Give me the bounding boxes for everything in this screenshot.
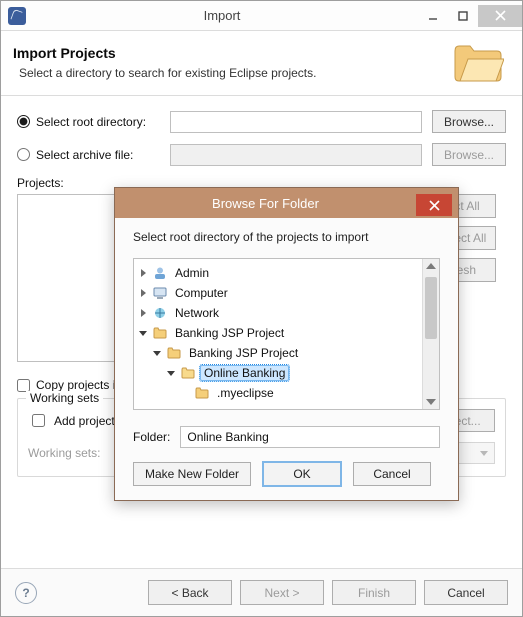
wizard-button-bar: ? < Back Next > Finish Cancel (1, 568, 522, 616)
copy-projects-checkbox[interactable] (17, 379, 30, 392)
tree-label: Computer (172, 286, 231, 300)
folder-open-icon (180, 365, 196, 381)
close-button[interactable] (478, 5, 522, 27)
dialog-titlebar[interactable]: Browse For Folder (115, 188, 458, 218)
folder-icon (152, 325, 168, 341)
archive-file-radio[interactable] (17, 148, 30, 161)
close-icon (429, 200, 440, 211)
root-directory-browse-button[interactable]: Browse... (432, 110, 506, 133)
page-title: Import Projects (13, 45, 316, 61)
dialog-close-button[interactable] (416, 194, 452, 216)
working-sets-combo-label: Working sets: (28, 446, 114, 460)
scroll-up-icon[interactable] (426, 263, 436, 269)
finish-button: Finish (332, 580, 416, 605)
tree-label: Network (172, 306, 222, 320)
tree-node-banking-sub[interactable]: Banking JSP Project (138, 343, 420, 363)
tree-label: .myeclipse (214, 386, 277, 400)
folder-tree[interactable]: Admin Computer Network (133, 258, 440, 410)
root-directory-label: Select root directory: (36, 115, 170, 129)
root-directory-radio[interactable] (17, 115, 30, 128)
chevron-down-icon[interactable] (166, 371, 176, 376)
folder-icon (194, 385, 210, 401)
cancel-button[interactable]: Cancel (424, 580, 508, 605)
computer-icon (152, 285, 168, 301)
browse-folder-dialog: Browse For Folder Select root directory … (114, 187, 459, 501)
maximize-icon (458, 11, 468, 21)
user-icon (152, 265, 168, 281)
help-button[interactable]: ? (15, 582, 37, 604)
window-titlebar[interactable]: Import (1, 1, 522, 31)
archive-file-browse-button: Browse... (432, 143, 506, 166)
import-folder-icon (452, 41, 504, 83)
archive-file-row: Select archive file: Browse... (17, 143, 506, 166)
minimize-icon (428, 11, 438, 21)
tree-node-myeclipse[interactable]: .myeclipse (138, 383, 420, 403)
back-button[interactable]: < Back (148, 580, 232, 605)
folder-icon (166, 345, 182, 361)
working-sets-legend: Working sets (26, 391, 103, 405)
folder-field[interactable] (180, 426, 440, 448)
ok-button[interactable]: OK (263, 462, 341, 486)
minimize-button[interactable] (418, 5, 448, 27)
archive-file-label: Select archive file: (36, 148, 170, 162)
chevron-down-icon[interactable] (152, 351, 162, 356)
chevron-right-icon[interactable] (138, 309, 148, 317)
dialog-title: Browse For Folder (115, 196, 416, 211)
maximize-button[interactable] (448, 5, 478, 27)
window-title: Import (26, 8, 418, 23)
wizard-header: Import Projects Select a directory to se… (1, 31, 522, 96)
archive-file-field (170, 144, 422, 166)
close-icon (495, 10, 506, 21)
make-new-folder-button[interactable]: Make New Folder (133, 462, 251, 486)
tree-scrollbar[interactable] (422, 259, 439, 409)
tree-node-computer[interactable]: Computer (138, 283, 420, 303)
dialog-instruction: Select root directory of the projects to… (133, 230, 440, 244)
scroll-thumb[interactable] (425, 277, 437, 339)
chevron-down-icon[interactable] (138, 331, 148, 336)
tree-label: Banking JSP Project (172, 326, 287, 340)
window-buttons (418, 5, 522, 27)
tree-node-admin[interactable]: Admin (138, 263, 420, 283)
tree-node-network[interactable]: Network (138, 303, 420, 323)
tree-node-banking-root[interactable]: Banking JSP Project (138, 323, 420, 343)
scroll-down-icon[interactable] (426, 399, 436, 405)
tree-label: Online Banking (200, 365, 289, 381)
root-directory-row: Select root directory: Browse... (17, 110, 506, 133)
chevron-right-icon[interactable] (138, 269, 148, 277)
app-icon (8, 7, 26, 25)
add-to-working-sets-checkbox[interactable] (32, 414, 45, 427)
tree-label: Banking JSP Project (186, 346, 301, 360)
network-icon (152, 305, 168, 321)
folder-label: Folder: (133, 430, 170, 444)
help-icon: ? (22, 586, 29, 600)
tree-label: Admin (172, 266, 212, 280)
chevron-right-icon[interactable] (138, 289, 148, 297)
tree-node-online-banking[interactable]: Online Banking (138, 363, 420, 383)
next-button: Next > (240, 580, 324, 605)
dialog-cancel-button[interactable]: Cancel (353, 462, 431, 486)
page-subtitle: Select a directory to search for existin… (19, 66, 316, 80)
import-wizard-window: Import Import Projects Select a director… (0, 0, 523, 617)
root-directory-field[interactable] (170, 111, 422, 133)
